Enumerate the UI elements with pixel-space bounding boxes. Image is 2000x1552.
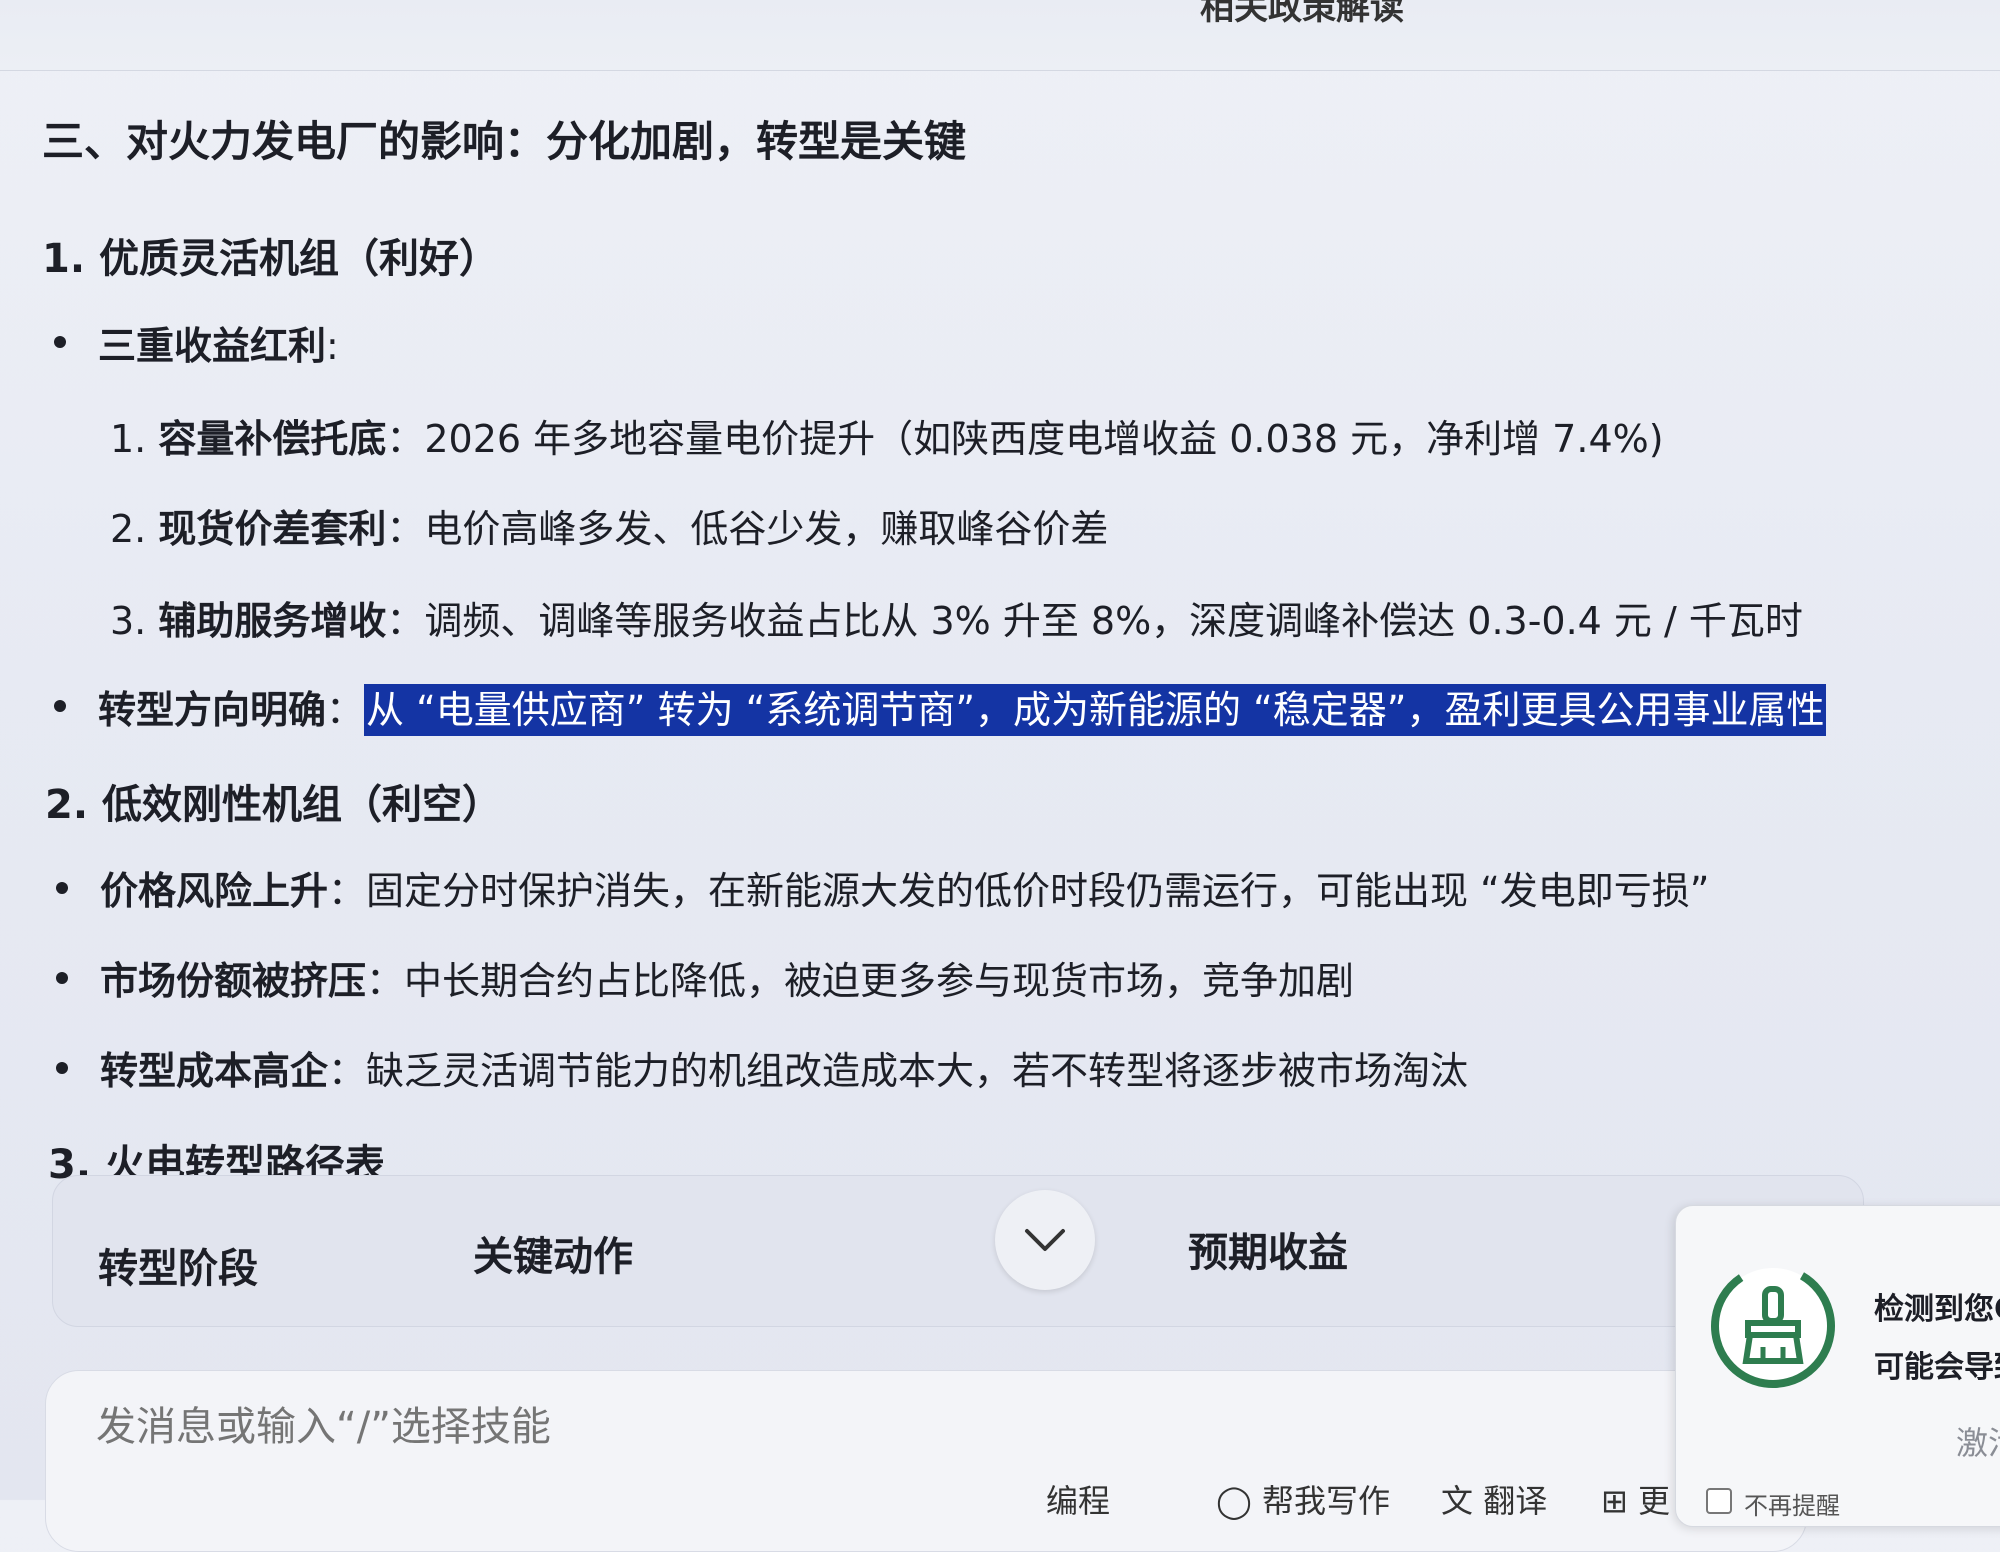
list-number: 1. (110, 417, 147, 461)
bullet-text: ：固定分时保护消失，在新能源大发的低价时段仍需运行，可能出现 “发电即亏损” (328, 869, 1710, 913)
list-item-label: 容量补偿托底 (158, 417, 387, 461)
tool-more-button[interactable]: ⊞ 更 (1601, 1476, 1670, 1522)
bullet-colon: : (326, 324, 339, 368)
bullet-text: ：缺乏灵活调节能力的机组改造成本大，若不转型将逐步被市场淘汰 (328, 1049, 1469, 1093)
table-header-action: 关键动作 (473, 1234, 633, 1280)
table-header-stage: 转型阶段 (98, 1246, 258, 1292)
bullet-dot (56, 882, 68, 894)
list-item-label: 辅助服务增收 (158, 599, 387, 643)
bullet-dot (56, 972, 68, 984)
bullet-label: 转型成本高企 (100, 1049, 329, 1093)
bullet-label: 价格风险上升 (100, 869, 329, 913)
section-title: 三、对火力发电厂的影响：分化加剧，转型是关键 (42, 117, 967, 166)
bullet-label: 转型方向明确 (98, 688, 327, 732)
tool-write-label: 帮我写作 (1261, 1482, 1390, 1520)
bullet-dot (56, 1062, 68, 1074)
grid-icon: ⊞ (1601, 1482, 1628, 1520)
translate-icon: 文 (1441, 1482, 1474, 1520)
list-item-label: 现货价差套利 (158, 507, 387, 551)
list-item: 3. 辅助服务增收：调频、调峰等服务收益占比从 3% 升至 8%，深度调峰补偿达… (110, 590, 1803, 645)
bullet-label: 市场份额被挤压 (100, 959, 367, 1003)
bullet-dot (54, 700, 66, 712)
list-item-text: ：2026 年多地容量电价提升（如陕西度电增收益 0.038 元，净利增 7.4… (386, 417, 1664, 461)
tool-translate-button[interactable]: 文 翻译 (1441, 1476, 1547, 1522)
bullet-text: ：中长期合约占比降低，被迫更多参与现货市场，竞争加剧 (366, 959, 1355, 1003)
bullet-triple-benefit: 三重收益红利: (98, 315, 339, 370)
message-composer: 编程 ◯ 帮我写作 文 翻译 ⊞ 更 (45, 1370, 1807, 1552)
tool-more-label: 更 (1637, 1482, 1670, 1520)
list-item: 市场份额被挤压：中长期合约占比降低，被迫更多参与现货市场，竞争加剧 (100, 950, 1354, 1005)
tool-code-partial[interactable]: 编程 (1046, 1476, 1110, 1522)
scroll-down-button[interactable] (995, 1190, 1095, 1290)
bullet-transform-direction: 转型方向明确：从 “电量供应商” 转为 “系统调节商”，成为新能源的 “稳定器”… (98, 679, 1827, 736)
dont-remind-checkbox[interactable] (1706, 1488, 1732, 1514)
list-item-text: ：调频、调峰等服务收益占比从 3% 升至 8%，深度调峰补偿达 0.3-0.4 … (386, 599, 1803, 643)
bullet-colon: ： (326, 688, 365, 732)
popup-subtitle: 可能会导致 (1874, 1350, 2000, 1385)
top-partial-text: 相关政策解读 (1200, 0, 1404, 28)
popup-title: 检测到您C (1874, 1292, 2000, 1327)
subsection-title-1: 1. 优质灵活机组（利好） (42, 236, 499, 282)
path-table-header: 转型阶段 关键动作 预期收益 (52, 1175, 1864, 1327)
top-strip: 相关政策解读 (0, 0, 2000, 71)
chat-bubble-icon: ◯ (1216, 1482, 1252, 1520)
bullet-dot (54, 336, 66, 348)
tool-write-button[interactable]: ◯ 帮我写作 (1216, 1476, 1390, 1522)
table-header-benefit: 预期收益 (1188, 1230, 1348, 1276)
broom-clean-icon (1711, 1264, 1835, 1388)
list-item: 价格风险上升：固定分时保护消失，在新能源大发的低价时段仍需运行，可能出现 “发电… (100, 860, 1709, 915)
system-notification-popup: 检测到您C 可能会导致 激活 不再提醒 (1675, 1205, 2000, 1527)
list-item-text: ：电价高峰多发、低谷少发，赚取峰谷价差 (386, 507, 1109, 551)
tool-translate-label: 翻译 (1483, 1482, 1548, 1520)
bullet-label: 三重收益红利 (98, 324, 327, 368)
dont-remind-label: 不再提醒 (1744, 1492, 1840, 1520)
list-item: 2. 现货价差套利：电价高峰多发、低谷少发，赚取峰谷价差 (110, 498, 1108, 553)
list-item: 转型成本高企：缺乏灵活调节能力的机组改造成本大，若不转型将逐步被市场淘汰 (100, 1040, 1468, 1095)
list-number: 3. (110, 599, 147, 643)
chevron-down-icon (1025, 1229, 1065, 1251)
list-item: 1. 容量补偿托底：2026 年多地容量电价提升（如陕西度电增收益 0.038 … (110, 408, 1664, 463)
message-input[interactable] (94, 1403, 1598, 1451)
selected-text[interactable]: 从 “电量供应商” 转为 “系统调节商”，成为新能源的 “稳定器”，盈利更具公用… (364, 684, 1827, 736)
activate-button[interactable]: 激活 (1956, 1418, 2000, 1464)
list-number: 2. (110, 507, 147, 551)
subsection-title-2: 2. 低效刚性机组（利空） (45, 782, 502, 828)
